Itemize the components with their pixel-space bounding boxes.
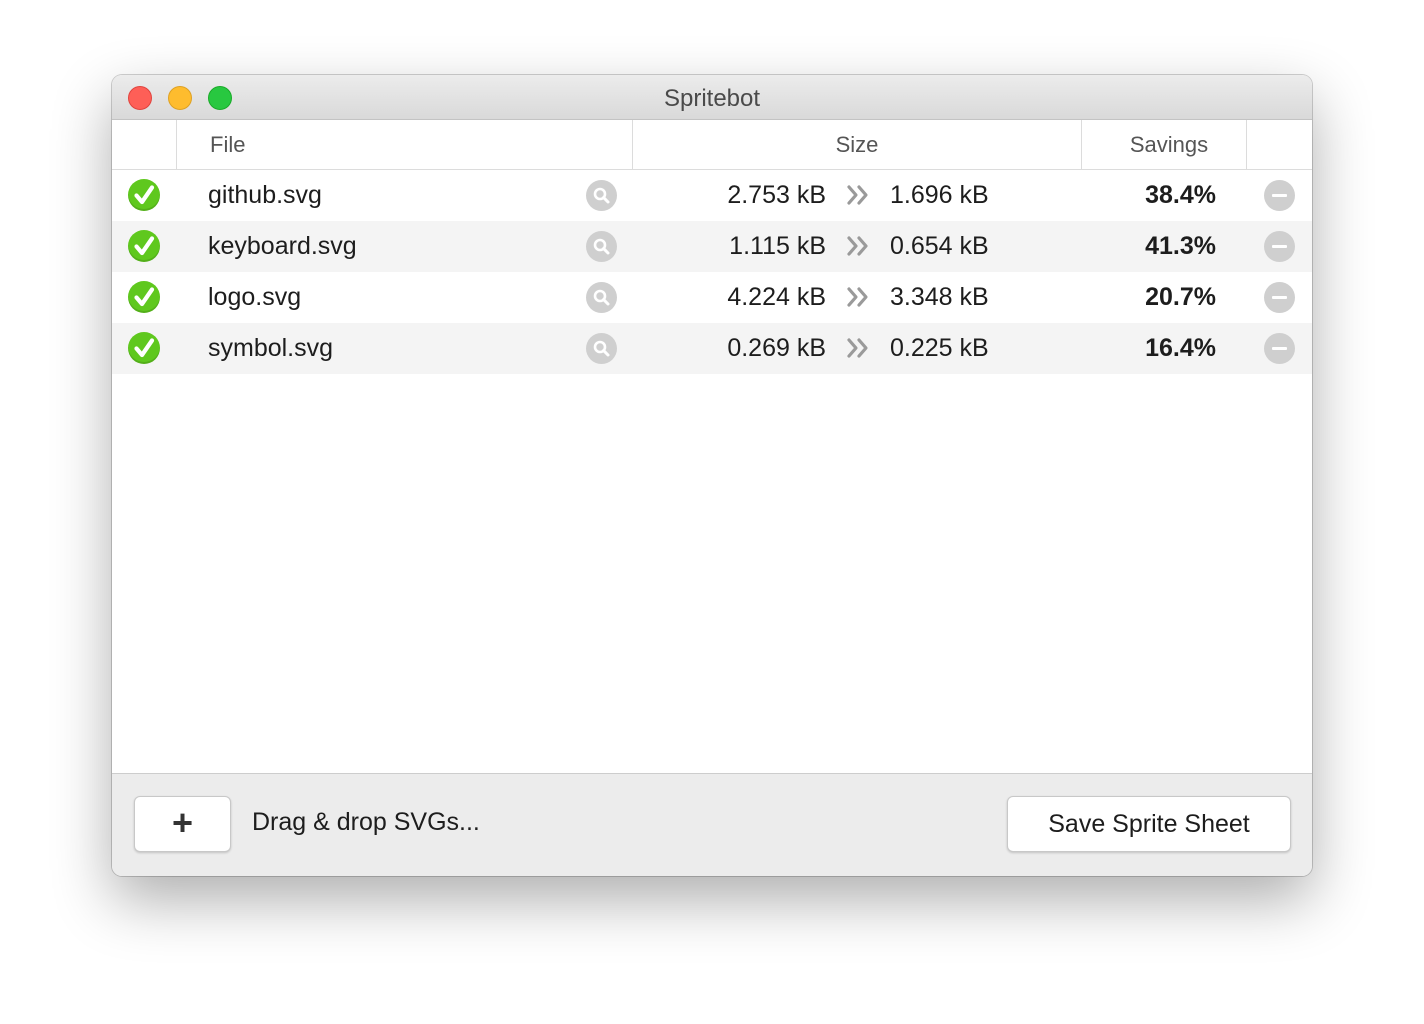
double-chevron-right-icon bbox=[845, 182, 871, 215]
column-header-file[interactable]: File bbox=[210, 120, 245, 169]
savings-value: 16.4% bbox=[1145, 334, 1216, 362]
magnifier-icon[interactable] bbox=[586, 180, 617, 211]
table-header: File Size Savings bbox=[112, 120, 1312, 170]
double-chevron-right-icon bbox=[845, 284, 871, 317]
original-size: 0.269 kB bbox=[727, 334, 826, 362]
magnifier-icon[interactable] bbox=[586, 231, 617, 262]
check-icon bbox=[128, 179, 160, 211]
file-list: github.svg 2.753 kB 1.696 kB 38.4% keybo… bbox=[112, 170, 1312, 374]
optimized-size: 0.654 kB bbox=[890, 232, 989, 260]
save-sprite-sheet-button[interactable]: Save Sprite Sheet bbox=[1007, 796, 1291, 852]
remove-icon[interactable] bbox=[1264, 333, 1295, 364]
column-divider bbox=[1246, 120, 1247, 169]
table-row[interactable]: keyboard.svg 1.115 kB 0.654 kB 41.3% bbox=[112, 221, 1312, 272]
plus-icon: + bbox=[171, 802, 194, 843]
optimized-size: 1.696 kB bbox=[890, 181, 989, 209]
double-chevron-right-icon bbox=[845, 335, 871, 368]
original-size: 4.224 kB bbox=[727, 283, 826, 311]
savings-value: 41.3% bbox=[1145, 232, 1216, 260]
original-size: 2.753 kB bbox=[727, 181, 826, 209]
window-title: Spritebot bbox=[663, 85, 761, 112]
magnifier-icon[interactable] bbox=[586, 282, 617, 313]
double-chevron-right-icon bbox=[845, 233, 871, 266]
table-row[interactable]: symbol.svg 0.269 kB 0.225 kB 16.4% bbox=[112, 323, 1312, 374]
check-icon bbox=[128, 230, 160, 262]
savings-value: 38.4% bbox=[1145, 181, 1216, 209]
title-bar[interactable]: Spritebot bbox=[112, 75, 1312, 120]
file-name: logo.svg bbox=[208, 283, 302, 311]
magnifier-icon[interactable] bbox=[586, 333, 617, 364]
footer-bar: + Drag & drop SVGs... Save Sprite Sheet bbox=[112, 773, 1312, 876]
original-size: 1.115 kB bbox=[729, 232, 826, 260]
column-header-size[interactable]: Size bbox=[633, 120, 1081, 169]
check-icon bbox=[128, 281, 160, 313]
optimized-size: 3.348 kB bbox=[890, 283, 989, 311]
remove-icon[interactable] bbox=[1264, 180, 1295, 211]
file-name: symbol.svg bbox=[208, 334, 334, 362]
check-icon bbox=[128, 332, 160, 364]
column-header-savings[interactable]: Savings bbox=[1082, 120, 1246, 169]
file-name: github.svg bbox=[208, 181, 322, 209]
add-files-button[interactable]: + bbox=[134, 796, 231, 852]
optimized-size: 0.225 kB bbox=[890, 334, 989, 362]
drag-drop-hint: Drag & drop SVGs... bbox=[252, 808, 480, 836]
savings-value: 20.7% bbox=[1145, 283, 1216, 311]
column-divider bbox=[176, 120, 177, 169]
table-row[interactable]: github.svg 2.753 kB 1.696 kB 38.4% bbox=[112, 170, 1312, 221]
file-name: keyboard.svg bbox=[208, 232, 357, 260]
app-window: Spritebot File Size Savings github.svg 2… bbox=[112, 75, 1312, 876]
remove-icon[interactable] bbox=[1264, 231, 1295, 262]
table-row[interactable]: logo.svg 4.224 kB 3.348 kB 20.7% bbox=[112, 272, 1312, 323]
remove-icon[interactable] bbox=[1264, 282, 1295, 313]
